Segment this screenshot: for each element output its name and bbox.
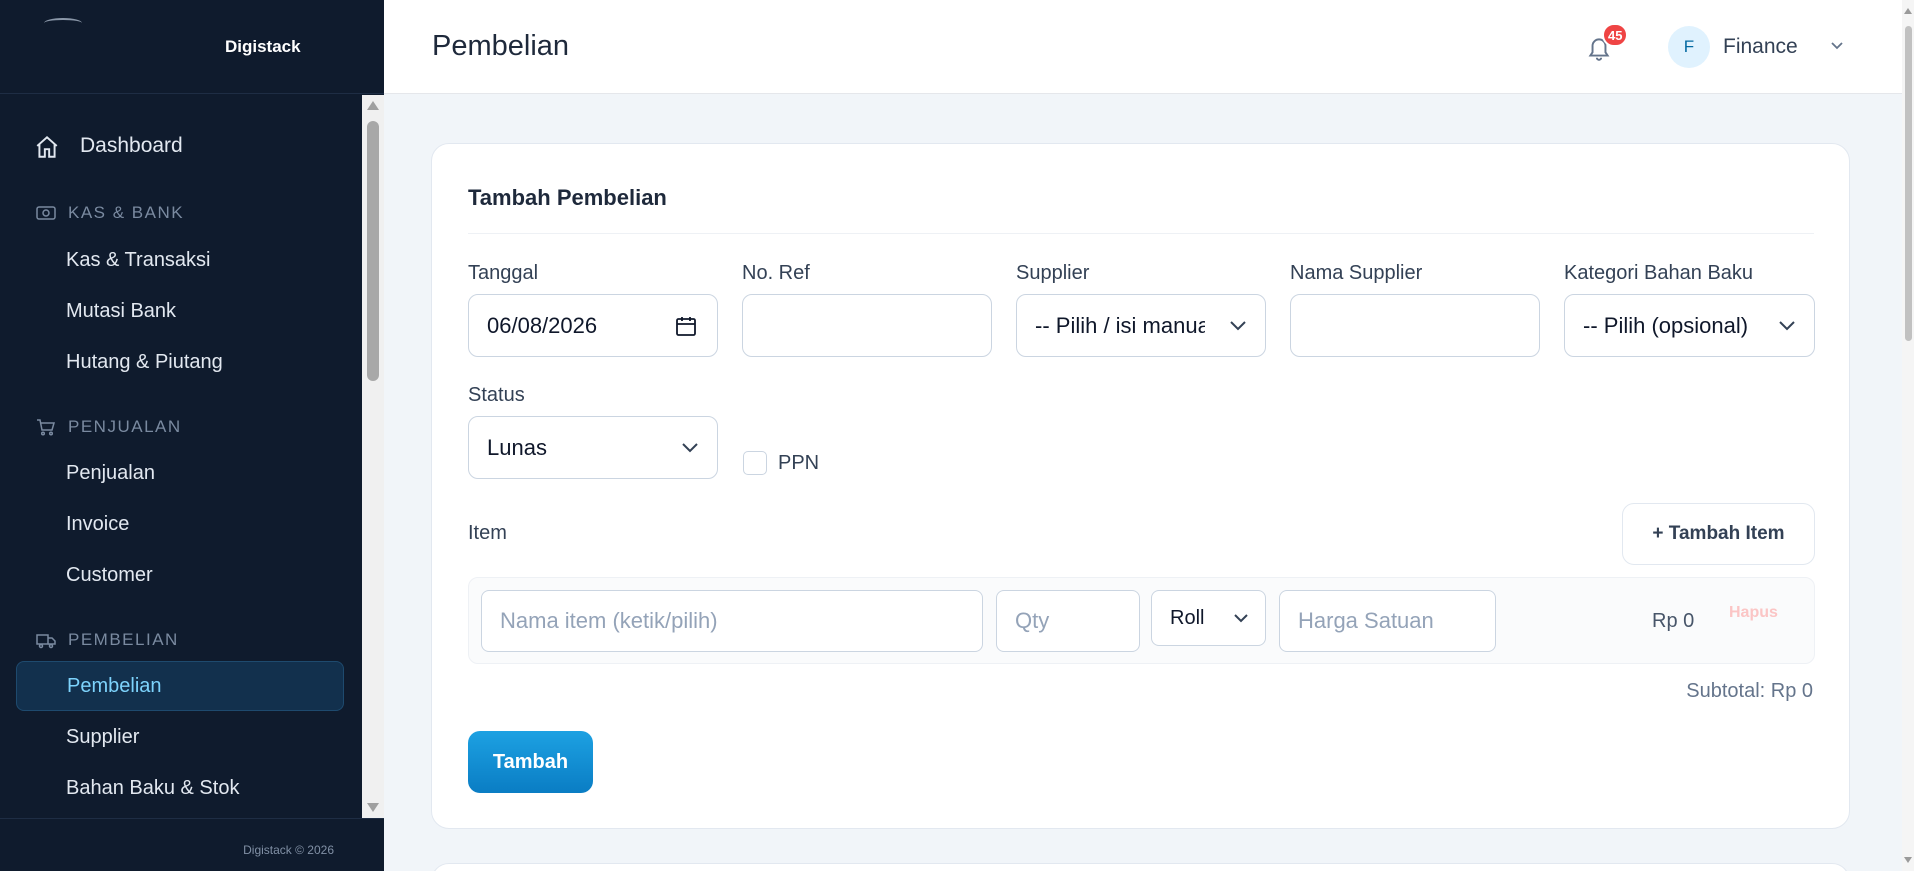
sidebar-item-dashboard[interactable]: Dashboard	[16, 121, 344, 171]
next-card	[431, 863, 1850, 871]
nama-supplier-input[interactable]	[1290, 294, 1540, 357]
chevron-down-icon	[682, 443, 698, 453]
page-scroll-thumb[interactable]	[1905, 26, 1912, 341]
sidebar: Digistack Dashboard KAS & BANK Kas & Tra…	[0, 0, 384, 871]
sidebar-item-bahan-baku-stok[interactable]: Bahan Baku & Stok	[16, 763, 344, 813]
page-scrollbar[interactable]	[1902, 0, 1914, 871]
status-label: Status	[468, 384, 525, 406]
sidebar-item-customer[interactable]: Customer	[16, 550, 344, 600]
submit-button[interactable]: Tambah	[468, 731, 593, 793]
sidebar-item-mutasi-bank[interactable]: Mutasi Bank	[16, 286, 344, 336]
form-card: Tambah Pembelian Tanggal 06/08/2026 No. …	[431, 143, 1850, 829]
sidebar-nav: Dashboard KAS & BANK Kas & Transaksi Mut…	[0, 95, 362, 818]
chevron-down-icon	[1779, 321, 1795, 331]
supplier-label: Supplier	[1016, 262, 1090, 284]
scroll-down-arrow-icon[interactable]	[1904, 857, 1912, 863]
chevron-down-icon	[1230, 321, 1246, 331]
cash-icon	[36, 206, 56, 220]
ppn-label: PPN	[778, 452, 820, 474]
scroll-down-arrow-icon[interactable]	[367, 803, 379, 812]
chevron-down-icon	[1234, 614, 1248, 623]
price-input[interactable]: Harga Satuan	[1279, 590, 1496, 652]
truck-icon	[36, 634, 56, 649]
unit-select[interactable]: Roll	[1151, 590, 1266, 646]
item-row: Nama item (ketik/pilih) Qty Roll Harga S…	[468, 577, 1815, 664]
copyright-text: Digistack © 2026	[243, 843, 334, 857]
sidebar-item-penjualan[interactable]: Penjualan	[16, 448, 344, 498]
add-item-button[interactable]: + Tambah Item	[1622, 503, 1815, 565]
section-penjualan: PENJUALAN	[36, 417, 182, 437]
calendar-icon[interactable]	[675, 315, 697, 337]
supplier-select[interactable]: -- Pilih / isi manual --	[1016, 294, 1266, 357]
divider	[468, 233, 1814, 234]
sidebar-item-invoice[interactable]: Invoice	[16, 499, 344, 549]
brand-name: Digistack	[225, 37, 301, 56]
scroll-up-arrow-icon[interactable]	[367, 101, 379, 110]
page-title: Pembelian	[432, 30, 570, 62]
cart-icon	[37, 419, 55, 436]
noref-input[interactable]	[742, 294, 992, 357]
brand: Digistack	[0, 0, 384, 94]
item-name-input[interactable]: Nama item (ketik/pilih)	[481, 590, 983, 652]
tanggal-label: Tanggal	[468, 262, 539, 284]
noref-label: No. Ref	[742, 262, 810, 284]
user-name[interactable]: Finance	[1723, 35, 1798, 59]
tanggal-input[interactable]: 06/08/2026	[468, 294, 718, 357]
sidebar-item-pembelian[interactable]: Pembelian	[16, 661, 344, 711]
sidebar-footer: Digistack © 2026	[0, 818, 384, 871]
qty-input[interactable]: Qty	[996, 590, 1140, 652]
home-icon	[36, 135, 58, 158]
sidebar-scroll-thumb[interactable]	[367, 121, 379, 381]
form-title: Tambah Pembelian	[468, 185, 667, 210]
section-pembelian: PEMBELIAN	[36, 630, 179, 650]
brand-logo-icon	[44, 18, 82, 28]
nama-supplier-label: Nama Supplier	[1290, 262, 1423, 284]
ppn-checkbox[interactable]	[743, 451, 767, 475]
row-total: Rp 0	[1652, 610, 1695, 632]
chevron-down-icon[interactable]	[1830, 38, 1844, 52]
kategori-label: Kategori Bahan Baku	[1564, 262, 1754, 284]
delete-item-button[interactable]: Hapus	[1729, 604, 1778, 622]
sidebar-item-label: Dashboard	[80, 134, 183, 157]
sidebar-scrollbar[interactable]	[362, 95, 384, 818]
sidebar-item-supplier[interactable]: Supplier	[16, 712, 344, 762]
sidebar-item-hutang-piutang[interactable]: Hutang & Piutang	[16, 337, 344, 387]
top-header: Pembelian 45 F Finance	[384, 0, 1902, 94]
kategori-select[interactable]: -- Pilih (opsional) --	[1564, 294, 1815, 357]
section-kas-bank: KAS & BANK	[36, 203, 184, 223]
status-select[interactable]: Lunas	[468, 416, 718, 479]
scroll-up-arrow-icon[interactable]	[1904, 8, 1912, 14]
notification-badge: 45	[1602, 23, 1629, 47]
item-label: Item	[468, 522, 507, 544]
subtotal: Subtotal: Rp 0	[1686, 680, 1813, 702]
sidebar-item-kas-transaksi[interactable]: Kas & Transaksi	[16, 235, 344, 285]
avatar[interactable]: F	[1668, 26, 1710, 68]
